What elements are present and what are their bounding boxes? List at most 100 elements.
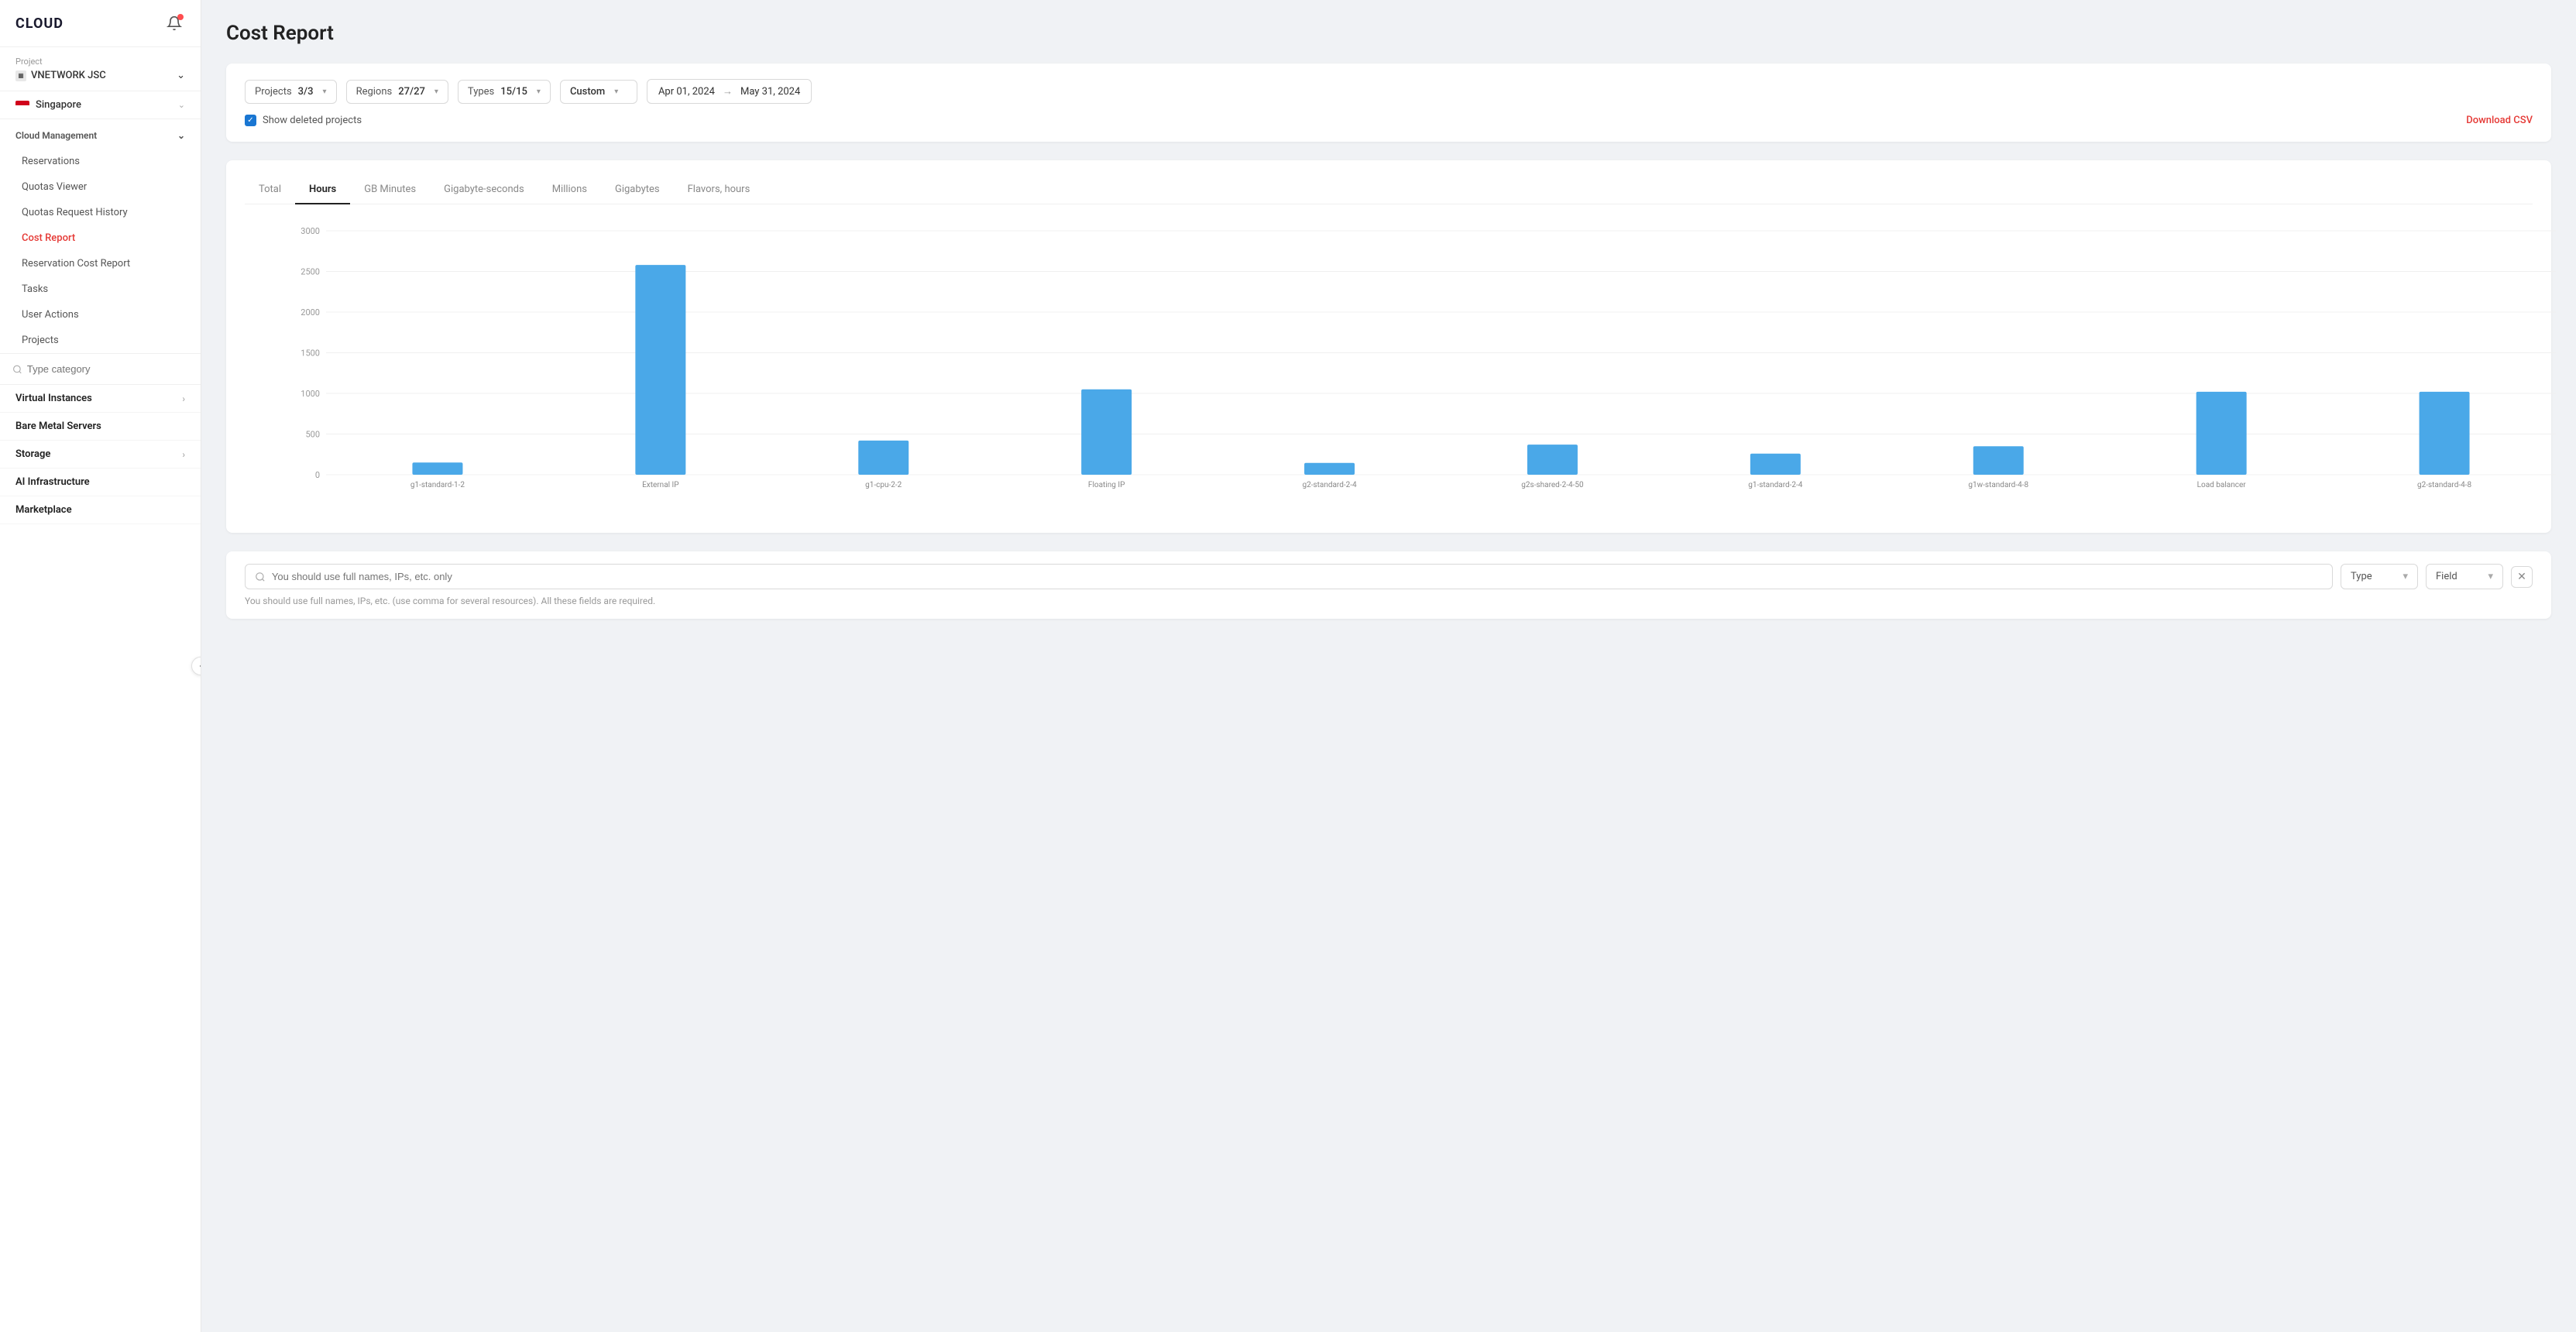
chevron-right-icon-2: ›: [182, 449, 185, 460]
sidebar-collapse-button[interactable]: ‹: [191, 657, 201, 675]
sidebar-item-cost-report[interactable]: Cost Report: [0, 225, 201, 251]
page-title: Cost Report: [226, 22, 2551, 45]
sidebar-item-reservation-cost-report[interactable]: Reservation Cost Report: [0, 251, 201, 276]
filters-bottom: ✓ Show deleted projects Download CSV: [245, 115, 2533, 126]
main-content: Cost Report Projects 3/3 ▾ Regions 27/27…: [201, 0, 2576, 1332]
app-logo: CLOUD: [15, 15, 64, 32]
field-select[interactable]: Field ▾: [2426, 564, 2503, 589]
svg-text:1000: 1000: [301, 389, 320, 399]
svg-text:g1-standard-2-4: g1-standard-2-4: [1748, 481, 1803, 489]
section-chevron: ⌄: [177, 130, 185, 141]
search-icon: [12, 364, 22, 375]
svg-text:External IP: External IP: [642, 481, 679, 489]
tab-gigabyte-seconds[interactable]: Gigabyte-seconds: [430, 176, 538, 204]
svg-text:0: 0: [315, 470, 320, 480]
projects-filter[interactable]: Projects 3/3 ▾: [245, 80, 337, 104]
svg-text:g2s-shared-2-4-50: g2s-shared-2-4-50: [1521, 481, 1584, 489]
project-selector[interactable]: Project ▦ VNETWORK JSC ⌄: [0, 47, 201, 91]
tab-gb-minutes[interactable]: GB Minutes: [350, 176, 430, 204]
sidebar-category-ai-infrastructure[interactable]: AI Infrastructure: [0, 469, 201, 496]
chart-card: Total Hours GB Minutes Gigabyte-seconds …: [226, 160, 2551, 533]
date-range-picker[interactable]: Apr 01, 2024 → May 31, 2024: [647, 79, 812, 104]
chart-tabs: Total Hours GB Minutes Gigabyte-seconds …: [245, 176, 2533, 204]
tab-total[interactable]: Total: [245, 176, 295, 204]
svg-text:g2-standard-4-8: g2-standard-4-8: [2417, 481, 2472, 489]
tab-millions[interactable]: Millions: [538, 176, 601, 204]
svg-text:1500: 1500: [301, 348, 320, 359]
type-select[interactable]: Type ▾: [2341, 564, 2418, 589]
chevron-right-icon: ›: [182, 393, 185, 404]
tab-hours[interactable]: Hours: [295, 176, 350, 204]
svg-text:2500: 2500: [301, 267, 320, 277]
svg-text:Floating IP: Floating IP: [1088, 481, 1125, 489]
checkbox-icon: ✓: [245, 115, 256, 126]
types-filter-value: 15/15: [500, 86, 527, 98]
regions-chevron-icon: ▾: [434, 88, 438, 96]
search-close-button[interactable]: ✕: [2511, 566, 2533, 588]
search-input-icon: [255, 572, 266, 582]
field-select-chevron: ▾: [2488, 571, 2493, 582]
sidebar-item-user-actions[interactable]: User Actions: [0, 302, 201, 328]
tab-flavors-hours[interactable]: Flavors, hours: [674, 176, 764, 204]
svg-text:3000: 3000: [301, 226, 320, 236]
sidebar: CLOUD Project ▦ VNETWORK JSC ⌄ Singapore…: [0, 0, 201, 1332]
sidebar-category-storage[interactable]: Storage ›: [0, 441, 201, 469]
types-filter[interactable]: Types 15/15 ▾: [458, 80, 551, 104]
sidebar-header: CLOUD: [0, 0, 201, 47]
period-filter-value: Custom: [570, 86, 605, 98]
chart-svg: 0 500 1000 1500 2000 2500 3000 g1-standard-1-2 E…: [283, 223, 2571, 517]
field-select-label: Field: [2436, 571, 2458, 582]
sidebar-item-tasks[interactable]: Tasks: [0, 276, 201, 302]
svg-text:2000: 2000: [301, 307, 320, 318]
filters-card: Projects 3/3 ▾ Regions 27/27 ▾ Types 15/…: [226, 64, 2551, 142]
category-search-input[interactable]: [27, 363, 188, 375]
sidebar-item-projects[interactable]: Projects: [0, 328, 201, 353]
show-deleted-label: Show deleted projects: [263, 115, 362, 126]
category-list: Virtual Instances › Bare Metal Servers S…: [0, 385, 201, 524]
search-hint: You should use full names, IPs, etc. (us…: [245, 596, 2533, 606]
filters-row: Projects 3/3 ▾ Regions 27/27 ▾ Types 15/…: [245, 79, 2533, 104]
svg-text:g2-standard-2-4: g2-standard-2-4: [1302, 481, 1357, 489]
types-chevron-icon: ▾: [537, 88, 541, 96]
notification-bell[interactable]: [163, 12, 185, 34]
category-search: [0, 353, 201, 385]
svg-text:g1w-standard-4-8: g1w-standard-4-8: [1968, 481, 2028, 489]
projects-filter-value: 3/3: [298, 86, 314, 98]
project-label: Project: [15, 57, 185, 67]
regions-filter-value: 27/27: [398, 86, 425, 98]
date-from: Apr 01, 2024: [658, 86, 715, 98]
region-flag: [15, 101, 29, 110]
sidebar-category-virtual-instances[interactable]: Virtual Instances ›: [0, 385, 201, 413]
regions-filter[interactable]: Regions 27/27 ▾: [346, 80, 448, 104]
svg-text:g1-cpu-2-2: g1-cpu-2-2: [865, 481, 902, 489]
sidebar-item-quotas-viewer[interactable]: Quotas Viewer: [0, 174, 201, 200]
resource-search-input[interactable]: [272, 571, 2323, 582]
project-icon: ▦: [15, 70, 26, 81]
nav-items: Reservations Quotas Viewer Quotas Reques…: [0, 149, 201, 353]
svg-text:500: 500: [305, 430, 320, 440]
period-filter[interactable]: Custom ▾: [560, 80, 637, 104]
project-name[interactable]: ▦ VNETWORK JSC ⌄: [15, 70, 185, 81]
projects-chevron-icon: ▾: [323, 88, 327, 96]
svg-text:Load balancer: Load balancer: [2197, 481, 2247, 489]
svg-text:g1-standard-1-2: g1-standard-1-2: [410, 481, 465, 489]
search-input-wrap: [245, 564, 2333, 589]
show-deleted-checkbox[interactable]: ✓ Show deleted projects: [245, 115, 362, 126]
region-chevron: ⌄: [178, 100, 185, 110]
search-card: Type ▾ Field ▾ ✕ You should use full nam…: [226, 551, 2551, 619]
cloud-management-label[interactable]: Cloud Management ⌄: [15, 130, 185, 141]
project-chevron: ⌄: [177, 70, 185, 81]
sidebar-category-marketplace[interactable]: Marketplace: [0, 496, 201, 524]
regions-filter-label: Regions: [356, 86, 393, 98]
period-chevron-icon: ▾: [614, 88, 618, 96]
sidebar-item-reservations[interactable]: Reservations: [0, 149, 201, 174]
sidebar-category-bare-metal-servers[interactable]: Bare Metal Servers: [0, 413, 201, 441]
sidebar-item-quotas-request-history[interactable]: Quotas Request History: [0, 200, 201, 225]
cloud-management-section: Cloud Management ⌄: [0, 119, 201, 149]
date-to: May 31, 2024: [740, 86, 800, 98]
tab-gigabytes[interactable]: Gigabytes: [601, 176, 674, 204]
types-filter-label: Types: [468, 86, 494, 98]
region-selector[interactable]: Singapore ⌄: [0, 91, 201, 119]
notification-dot: [177, 14, 184, 20]
download-csv-button[interactable]: Download CSV: [2466, 115, 2533, 126]
